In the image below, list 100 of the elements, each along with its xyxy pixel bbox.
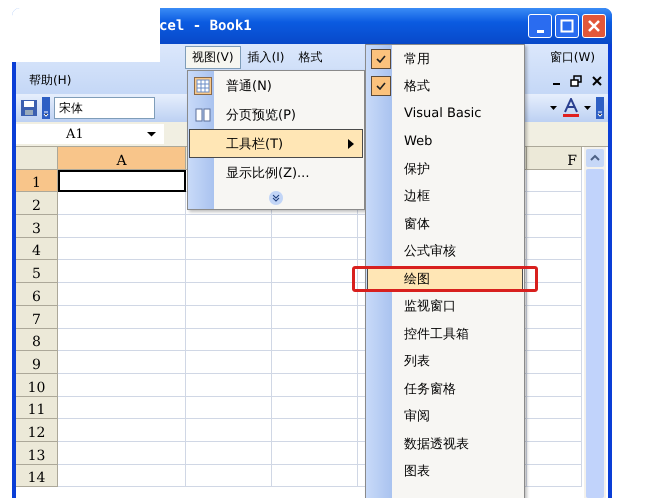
active-cell[interactable] [58, 170, 186, 192]
menu-item[interactable]: 窗口(W) [542, 46, 602, 69]
table-cell[interactable] [272, 351, 358, 374]
menu-item[interactable]: 图表 [367, 460, 523, 482]
table-cell[interactable] [527, 306, 582, 328]
workbook-restore-icon[interactable] [570, 74, 582, 86]
table-cell[interactable] [272, 419, 358, 442]
scroll-up-button[interactable] [586, 149, 604, 167]
table-cell[interactable] [527, 351, 582, 374]
table-cell[interactable] [186, 351, 272, 374]
scroll-thumb[interactable] [586, 168, 604, 498]
row-header[interactable]: 2 [16, 192, 58, 216]
minimize-button[interactable] [528, 14, 552, 38]
table-cell[interactable] [186, 374, 272, 397]
row-header[interactable]: 9 [16, 351, 58, 374]
table-cell[interactable] [58, 351, 186, 374]
row-header[interactable]: 12 [16, 419, 58, 442]
menu-item[interactable]: 显示比例(Z)... [189, 158, 363, 187]
table-cell[interactable] [58, 442, 186, 465]
table-cell[interactable] [527, 419, 582, 442]
table-cell[interactable] [58, 419, 186, 442]
menu-item[interactable]: 插入(I) [240, 46, 292, 69]
table-cell[interactable] [186, 396, 272, 420]
row-header[interactable]: 6 [16, 283, 58, 306]
dropdown-arrow-icon[interactable] [550, 105, 558, 111]
table-cell[interactable] [186, 464, 272, 488]
table-cell[interactable] [527, 170, 582, 192]
table-cell[interactable] [58, 238, 186, 260]
table-cell[interactable] [186, 419, 272, 442]
dropdown-arrow-icon[interactable] [147, 131, 156, 137]
menu-item[interactable]: 绘图 [367, 268, 523, 290]
row-header[interactable]: 11 [16, 396, 58, 420]
row-header[interactable]: 10 [16, 374, 58, 397]
table-cell[interactable] [186, 328, 272, 352]
menu-item[interactable]: Visual Basic [367, 103, 523, 124]
menu-item[interactable]: 视图(V) [185, 46, 241, 69]
table-cell[interactable] [527, 328, 582, 352]
table-cell[interactable] [58, 283, 186, 306]
menu-item[interactable]: 普通(N) [189, 71, 363, 100]
menu-item[interactable]: 格式 [367, 76, 523, 97]
column-header[interactable]: A [58, 147, 186, 170]
row-header[interactable]: 4 [16, 238, 58, 260]
row-header[interactable]: 3 [16, 215, 58, 238]
toolbar-options-icon[interactable] [42, 97, 50, 119]
table-cell[interactable] [272, 306, 358, 328]
row-header[interactable]: 1 [16, 170, 58, 192]
table-cell[interactable] [186, 238, 272, 260]
maximize-button[interactable] [555, 14, 579, 38]
save-icon[interactable] [20, 99, 38, 117]
menu-item[interactable]: 保护 [367, 158, 523, 180]
table-cell[interactable] [186, 260, 272, 284]
toolbar-options-icon[interactable] [596, 97, 604, 119]
table-cell[interactable] [527, 260, 582, 284]
table-cell[interactable] [272, 260, 358, 284]
menu-item[interactable]: 任务窗格 [367, 378, 523, 400]
table-cell[interactable] [272, 238, 358, 260]
table-cell[interactable] [272, 283, 358, 306]
vertical-scrollbar[interactable] [584, 147, 606, 498]
workbook-close-icon[interactable] [592, 76, 602, 86]
table-cell[interactable] [272, 374, 358, 397]
table-cell[interactable] [527, 464, 582, 488]
font-color-icon[interactable] [562, 98, 580, 118]
table-cell[interactable] [186, 215, 272, 238]
menu-item[interactable]: 帮助(H) [22, 69, 78, 92]
menu-item[interactable]: 监视窗口 [367, 296, 523, 317]
select-all-corner[interactable] [16, 147, 58, 170]
menu-item[interactable]: Web [367, 130, 523, 152]
table-cell[interactable] [186, 306, 272, 328]
menu-item[interactable]: 边框 [367, 186, 523, 207]
menu-item[interactable]: 数据透视表 [367, 433, 523, 454]
table-cell[interactable] [527, 442, 582, 465]
menu-item[interactable]: 格式 [291, 46, 330, 69]
table-cell[interactable] [58, 464, 186, 488]
row-header[interactable]: 8 [16, 328, 58, 352]
menu-item[interactable]: 工具栏(T) [189, 129, 363, 158]
table-cell[interactable] [272, 328, 358, 352]
check-box[interactable] [371, 76, 391, 96]
name-box[interactable]: A1 [16, 124, 164, 144]
table-cell[interactable] [272, 442, 358, 465]
table-cell[interactable] [58, 260, 186, 284]
table-cell[interactable] [527, 283, 582, 306]
menu-item[interactable]: 控件工具箱 [367, 323, 523, 344]
table-cell[interactable] [527, 374, 582, 397]
table-cell[interactable] [186, 442, 272, 465]
table-cell[interactable] [527, 192, 582, 216]
table-cell[interactable] [272, 215, 358, 238]
table-cell[interactable] [58, 374, 186, 397]
row-header[interactable]: 7 [16, 306, 58, 328]
menu-item[interactable]: 窗体 [367, 213, 523, 234]
dropdown-arrow-icon[interactable] [584, 105, 592, 111]
close-button[interactable] [582, 14, 606, 38]
menu-item[interactable]: 列表 [367, 350, 523, 372]
table-cell[interactable] [58, 328, 186, 352]
row-header[interactable]: 14 [16, 464, 58, 488]
table-cell[interactable] [527, 238, 582, 260]
menu-item[interactable]: 审阅 [367, 406, 523, 427]
table-cell[interactable] [527, 215, 582, 238]
table-cell[interactable] [58, 215, 186, 238]
table-cell[interactable] [58, 396, 186, 420]
column-header[interactable]: F [527, 147, 582, 170]
